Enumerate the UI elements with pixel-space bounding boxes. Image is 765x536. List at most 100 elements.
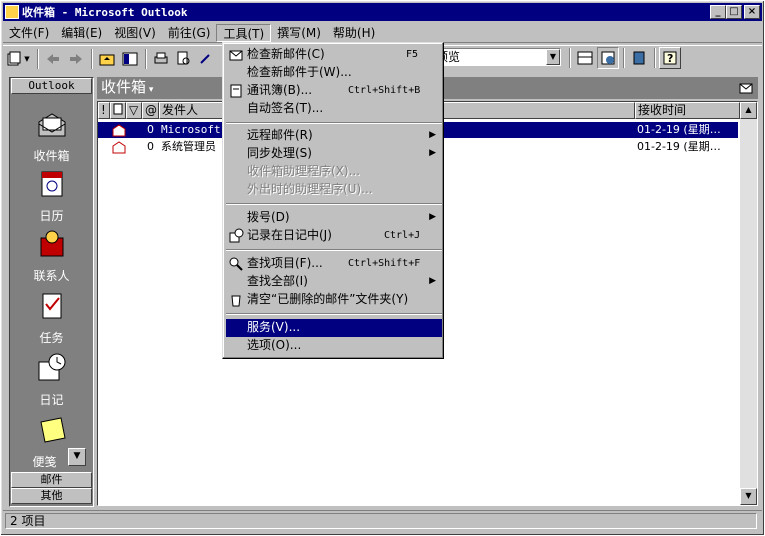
submenu-arrow-icon: ▶: [429, 148, 436, 158]
menu-empty-deleted-items[interactable]: 清空“已删除的邮件”文件夹(Y): [226, 291, 442, 309]
preview-pane-icon: [577, 51, 593, 65]
read-mail-icon: [112, 124, 126, 137]
title-bar[interactable]: 收件箱 - Microsoft Outlook _ □ ×: [3, 3, 762, 21]
close-button[interactable]: ×: [744, 5, 760, 19]
outlook-group-mail[interactable]: 邮件: [11, 472, 92, 488]
toolbar-separator: [654, 48, 656, 68]
new-item-button[interactable]: ▼: [3, 48, 33, 70]
menu-check-new-mail[interactable]: 检查新邮件(C) F5: [226, 46, 442, 64]
menu-separator: [226, 122, 442, 124]
scroll-up-button[interactable]: ▲: [740, 102, 757, 119]
journal-icon: [229, 228, 244, 243]
folder-up-icon: [99, 54, 115, 65]
outlook-shortcuts-group[interactable]: Outlook: [11, 78, 92, 94]
tasks-icon: [42, 293, 61, 319]
col-flag[interactable]: ▽: [126, 102, 142, 119]
print-preview-button[interactable]: [173, 48, 195, 70]
shortcut-journal[interactable]: 日记: [10, 352, 93, 408]
journal-icon: [38, 353, 65, 381]
shortcut-tasks[interactable]: 任务: [10, 290, 93, 346]
shortcut-contacts-label: 联系人: [33, 269, 70, 283]
col-received[interactable]: 接收时间: [635, 102, 740, 119]
menu-find-all[interactable]: 查找全部(I) ▶: [226, 273, 442, 291]
address-book-icon: [230, 84, 242, 98]
outlook-bar: Outlook 收件箱 日历 联系人 任务 日记 便笺 ▼ 邮件 其他: [9, 77, 94, 507]
status-bar: 2 项目: [3, 510, 762, 530]
menu-tools[interactable]: 工具(T): [216, 23, 272, 42]
message-from: 系统管理员: [161, 140, 216, 153]
view-toolbar-group: ?: [566, 47, 682, 69]
inbox-app-icon: [5, 5, 19, 19]
current-view-combo[interactable]: 预览 ▼: [433, 48, 561, 66]
menu-services[interactable]: 服务(V)...: [226, 319, 442, 337]
submenu-arrow-icon: ▶: [429, 130, 436, 140]
toolbar-separator: [91, 48, 93, 69]
print-preview-icon: [177, 51, 190, 64]
menu-separator: [226, 203, 442, 205]
toolbar-separator: [37, 48, 39, 69]
col-attachment[interactable]: @: [142, 102, 159, 119]
move-to-folder-button[interactable]: [196, 48, 218, 70]
shortcut-inbox[interactable]: 收件箱: [10, 108, 93, 164]
scroll-down-button[interactable]: ▼: [740, 488, 757, 505]
address-book-button[interactable]: [628, 47, 650, 69]
folder-dropdown-icon[interactable]: ▾: [146, 85, 154, 95]
menu-synchronize[interactable]: 同步处理(S) ▶: [226, 145, 442, 163]
menu-remote-mail[interactable]: 远程邮件(R) ▶: [226, 127, 442, 145]
message-received: 01-2-19 (星期…: [637, 123, 721, 136]
menu-address-book[interactable]: 通讯簿(B)... Ctrl+Shift+B: [226, 82, 442, 100]
menu-dial[interactable]: 拨号(D) ▶: [226, 209, 442, 227]
up-one-level-button[interactable]: [96, 48, 118, 70]
vertical-scrollbar[interactable]: ▲ ▼: [740, 102, 757, 505]
preview-pane-button[interactable]: [574, 47, 596, 69]
menu-separator: [226, 249, 442, 251]
printer-icon: [154, 52, 168, 63]
chevron-down-icon[interactable]: ▼: [546, 49, 560, 65]
window-title: 收件箱 - Microsoft Outlook: [22, 6, 188, 19]
help-button[interactable]: ?: [659, 47, 681, 69]
submenu-arrow-icon: ▶: [429, 276, 436, 286]
shortcut-calendar[interactable]: 日历: [10, 168, 93, 224]
outlook-bar-scroll-down[interactable]: ▼: [68, 448, 86, 466]
minimize-button[interactable]: _: [710, 5, 726, 19]
menu-find-items[interactable]: 查找项目(F)... Ctrl+Shift+F: [226, 255, 442, 273]
forward-button[interactable]: [65, 48, 87, 70]
menu-file[interactable]: 文件(F): [3, 24, 55, 42]
folder-name[interactable]: 收件箱: [101, 78, 146, 96]
attachment-icon: 0: [147, 123, 154, 136]
auto-preview-icon: [601, 51, 615, 65]
shortcut-contacts[interactable]: 联系人: [10, 228, 93, 284]
message-received: 01-2-19 (星期…: [637, 140, 721, 153]
menu-autosignature[interactable]: 自动签名(T)...: [226, 100, 442, 118]
message-from: Microsoft: [161, 123, 221, 136]
menu-inbox-assistant: 收件箱助理程序(X)...: [247, 164, 361, 178]
submenu-arrow-icon: ▶: [429, 212, 436, 222]
menu-edit[interactable]: 编辑(E): [55, 24, 108, 42]
folder-list-icon: [122, 52, 138, 65]
find-icon: [229, 257, 243, 271]
auto-preview-button[interactable]: [597, 47, 619, 69]
print-button[interactable]: [150, 48, 172, 70]
inbox-icon: [38, 113, 65, 137]
folder-list-button[interactable]: [119, 48, 141, 70]
menu-check-new-mail-on[interactable]: 检查新邮件于(W)...: [226, 64, 442, 82]
move-arrow-icon: [200, 53, 210, 64]
menu-help[interactable]: 帮助(H): [327, 24, 381, 42]
toolbar-separator: [569, 48, 571, 68]
check-mail-icon: [229, 50, 243, 61]
toolbar-separator: [145, 48, 147, 69]
maximize-button[interactable]: □: [726, 5, 742, 19]
menu-record-in-journal[interactable]: 记录在日记中(J) Ctrl+J: [226, 227, 442, 245]
menu-go[interactable]: 前往(G): [162, 24, 217, 42]
shortcut-calendar-label: 日历: [39, 209, 64, 223]
menu-compose[interactable]: 撰写(M): [271, 24, 327, 42]
menu-options[interactable]: 选项(O)...: [226, 337, 442, 355]
col-importance[interactable]: !: [98, 102, 110, 119]
col-icon[interactable]: [110, 102, 126, 119]
back-button[interactable]: [42, 48, 64, 70]
document-icon: [113, 103, 123, 115]
address-book-icon: [633, 51, 645, 65]
back-arrow-icon: [47, 53, 59, 64]
outlook-group-other[interactable]: 其他: [11, 488, 92, 504]
menu-view[interactable]: 视图(V): [108, 24, 162, 42]
